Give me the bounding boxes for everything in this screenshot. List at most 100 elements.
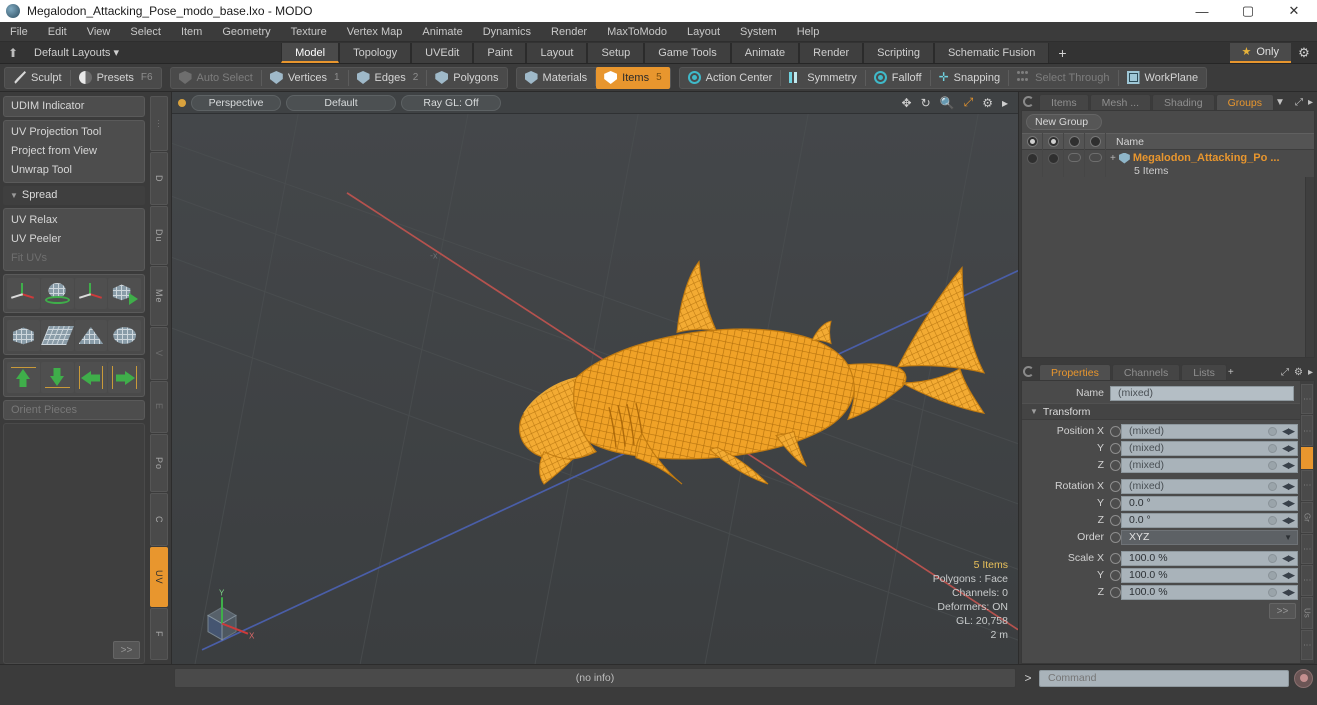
visibility-icon[interactable] (1022, 133, 1043, 150)
polygons-button[interactable]: Polygons (427, 68, 506, 88)
chevron-down-icon[interactable]: ▼ (1284, 533, 1292, 542)
workplane-button[interactable]: WorkPlane (1119, 68, 1207, 88)
rotation-x-field[interactable]: (mixed) ◀▶ (1121, 478, 1298, 494)
uv-sphere-grid-icon[interactable] (108, 320, 141, 351)
tab-shading[interactable]: Shading (1152, 94, 1215, 110)
row-render-toggle[interactable] (1043, 150, 1064, 177)
tab-paint[interactable]: Paint (473, 42, 527, 63)
slider-knob-icon[interactable] (1268, 553, 1277, 563)
falloff-button[interactable]: Falloff (866, 68, 930, 88)
tab-items[interactable]: Items (1039, 94, 1089, 110)
tab-setup[interactable]: Setup (587, 42, 645, 63)
viewport-shading-dropdown[interactable]: Default (286, 94, 396, 111)
command-input[interactable] (1039, 669, 1289, 687)
tab-animate[interactable]: Animate (730, 42, 800, 63)
zoom-icon[interactable]: 🔍 (940, 96, 955, 110)
tab-lists[interactable]: Lists (1181, 364, 1227, 380)
tab-game-tools[interactable]: Game Tools (644, 42, 731, 63)
tab-topology[interactable]: Topology (339, 42, 412, 63)
menu-item-system[interactable]: System (730, 22, 787, 42)
stepper-icon[interactable]: ◀▶ (1282, 587, 1295, 598)
tab-render[interactable]: Render (799, 42, 864, 63)
menu-item-render[interactable]: Render (541, 22, 597, 42)
vtab-mesh-edit[interactable]: Me (150, 266, 168, 327)
slider-knob-icon[interactable] (1268, 460, 1277, 470)
add-properties-tab-button[interactable]: + (1228, 367, 1238, 380)
fit-icon[interactable]: ⤢ (964, 95, 974, 110)
scale-z-field[interactable]: 100.0 % ◀▶ (1121, 584, 1298, 600)
chevron-right-icon[interactable]: ▸ (1308, 367, 1317, 380)
pstrip-6[interactable]: ⋮ (1301, 565, 1313, 596)
uv-cone-grid-icon[interactable] (74, 320, 108, 351)
vertices-button[interactable]: Vertices 1 (262, 68, 348, 88)
row-select-toggle[interactable] (1085, 150, 1106, 177)
lock-icon[interactable] (1064, 133, 1085, 150)
stepper-icon[interactable]: ◀▶ (1282, 460, 1295, 471)
snapping-button[interactable]: ✛ Snapping (931, 68, 1009, 88)
uv-projection-tool-item[interactable]: UV Projection Tool (4, 123, 144, 142)
slider-knob-icon[interactable] (1268, 443, 1277, 453)
stepper-icon[interactable]: ◀▶ (1282, 515, 1295, 526)
vtab-edge[interactable]: E (150, 380, 168, 433)
expand-icon[interactable]: ⤢ (1295, 97, 1307, 110)
menu-item-edit[interactable]: Edit (38, 22, 77, 42)
uv-peeler-item[interactable]: UV Peeler (4, 230, 144, 249)
uv-relax-item[interactable]: UV Relax (4, 211, 144, 230)
menu-item-view[interactable]: View (77, 22, 121, 42)
rotation-y-field[interactable]: 0.0 ° ◀▶ (1121, 495, 1298, 511)
align-left-icon[interactable] (74, 362, 108, 393)
menu-item-select[interactable]: Select (120, 22, 171, 42)
presets-button[interactable]: Presets F6 (71, 68, 161, 88)
action-center-button[interactable]: Action Center (680, 68, 781, 88)
menu-item-item[interactable]: Item (171, 22, 212, 42)
chevron-down-icon[interactable]: ▼ (1275, 97, 1289, 110)
position-z-keyframe-toggle[interactable] (1110, 459, 1121, 471)
vtab-curve[interactable]: C (150, 493, 168, 547)
scale-x-keyframe-toggle[interactable] (1110, 552, 1121, 564)
vtab-0[interactable]: ⋯ (150, 96, 168, 152)
rotation-order-keyframe-toggle[interactable] (1110, 531, 1121, 543)
stepper-icon[interactable]: ◀▶ (1282, 553, 1295, 564)
viewport-view-dropdown[interactable]: Perspective (191, 94, 281, 111)
rotate-icon[interactable]: ↻ (921, 96, 931, 110)
select-through-button[interactable]: Select Through (1009, 68, 1117, 88)
menu-item-texture[interactable]: Texture (281, 22, 337, 42)
chevron-right-icon[interactable]: ▸ (1002, 96, 1008, 110)
align-down-icon[interactable] (40, 362, 74, 393)
properties-menu-icon[interactable] (1023, 366, 1034, 377)
symmetry-button[interactable]: Symmetry (781, 68, 865, 88)
only-toggle-button[interactable]: ★ Only (1229, 42, 1291, 63)
auto-select-button[interactable]: Auto Select (171, 68, 261, 88)
menu-item-file[interactable]: File (0, 22, 38, 42)
position-y-field[interactable]: (mixed) ◀▶ (1121, 440, 1298, 456)
panel-menu-icon[interactable] (1023, 96, 1034, 107)
project-from-view-item[interactable]: Project from View (4, 142, 144, 161)
stepper-icon[interactable]: ◀▶ (1282, 443, 1295, 454)
position-y-keyframe-toggle[interactable] (1110, 442, 1121, 454)
items-button[interactable]: Items 5 (596, 66, 670, 89)
align-up-icon[interactable] (7, 362, 40, 393)
fit-uvs-item[interactable]: Fit UVs (4, 249, 144, 268)
stepper-icon[interactable]: ◀▶ (1282, 481, 1295, 492)
pstrip-0[interactable]: ⋮ (1301, 384, 1313, 415)
default-layouts-dropdown[interactable]: Default Layouts ▾ (26, 43, 127, 63)
name-field[interactable]: (mixed) (1110, 385, 1294, 401)
scale-y-keyframe-toggle[interactable] (1110, 569, 1121, 581)
tab-channels[interactable]: Channels (1111, 364, 1181, 380)
rotation-z-keyframe-toggle[interactable] (1110, 514, 1121, 526)
rotation-order-select[interactable]: XYZ ▼ (1121, 529, 1298, 545)
tab-properties[interactable]: Properties (1039, 364, 1111, 380)
viewport-3d-canvas[interactable]: -x Y X 5 Items Polygons: Face Channels:… (172, 114, 1018, 664)
record-icon[interactable] (1294, 668, 1313, 688)
align-right-icon[interactable] (108, 362, 141, 393)
add-tab-button[interactable]: + (1049, 43, 1075, 63)
uv-flat-grid-icon[interactable] (40, 320, 74, 351)
position-x-field[interactable]: (mixed) ◀▶ (1121, 423, 1298, 439)
edges-button[interactable]: Edges 2 (349, 68, 427, 88)
scale-z-keyframe-toggle[interactable] (1110, 586, 1121, 598)
row-lock-toggle[interactable] (1064, 150, 1085, 177)
properties-expand-button[interactable]: >> (1269, 603, 1296, 619)
menu-item-help[interactable]: Help (787, 22, 830, 42)
sculpt-button[interactable]: Sculpt (5, 68, 70, 88)
tab-schematic-fusion[interactable]: Schematic Fusion (933, 42, 1050, 63)
